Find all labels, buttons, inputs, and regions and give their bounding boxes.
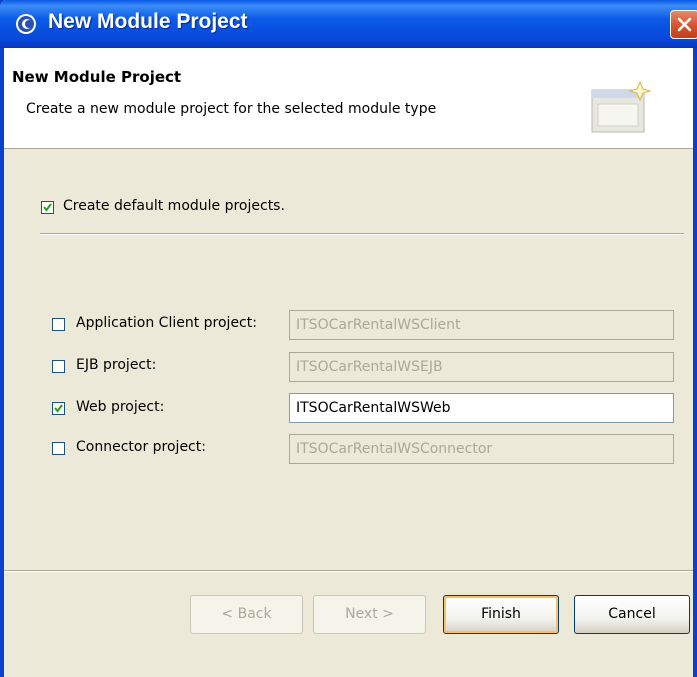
wizard-banner: New Module Project Create a new module p…: [4, 48, 693, 149]
back-button[interactable]: < Back: [190, 595, 303, 634]
title-bar[interactable]: New Module Project: [0, 0, 697, 48]
create-default-label: Create default module projects.: [63, 198, 285, 214]
cancel-button[interactable]: Cancel: [574, 595, 690, 634]
app-client-label: Application Client project:: [76, 315, 257, 331]
separator: [40, 233, 684, 235]
close-icon: [677, 17, 692, 32]
close-button[interactable]: [670, 10, 697, 39]
banner-description: Create a new module project for the sele…: [26, 101, 437, 117]
next-button[interactable]: Next >: [313, 595, 426, 634]
connector-label: Connector project:: [76, 439, 206, 455]
finish-button[interactable]: Finish: [443, 595, 559, 634]
ejb-label: EJB project:: [76, 357, 157, 373]
window-title: New Module Project: [48, 10, 248, 33]
wizard-icon: [591, 80, 652, 133]
app-client-name-input[interactable]: ITSOCarRentalWSClient: [289, 310, 674, 340]
web-name-input[interactable]: ITSOCarRentalWSWeb: [289, 393, 674, 423]
banner-title: New Module Project: [12, 68, 182, 86]
web-label: Web project:: [76, 399, 165, 415]
connector-checkbox[interactable]: [52, 442, 65, 455]
eclipse-icon: [14, 12, 38, 36]
web-checkbox[interactable]: [52, 402, 65, 415]
button-bar-separator: [4, 570, 693, 572]
ejb-name-input[interactable]: ITSOCarRentalWSEJB: [289, 352, 674, 382]
create-default-checkbox[interactable]: [41, 201, 54, 214]
connector-name-input[interactable]: ITSOCarRentalWSConnector: [289, 434, 674, 464]
ejb-checkbox[interactable]: [52, 360, 65, 373]
dialog-window: New Module Project New Module Project Cr…: [0, 0, 697, 677]
app-client-checkbox[interactable]: [52, 318, 65, 331]
